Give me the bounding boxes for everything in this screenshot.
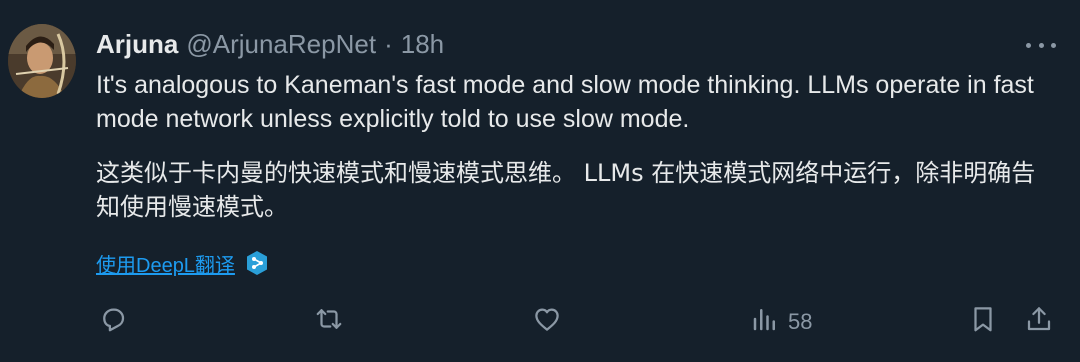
retweet-icon — [314, 304, 344, 340]
bookmark-button[interactable] — [968, 300, 998, 344]
author-name[interactable]: Arjuna — [96, 29, 178, 60]
bookmark-icon — [968, 304, 998, 340]
views-icon — [750, 304, 780, 340]
deepl-icon — [245, 250, 269, 276]
timestamp[interactable]: 18h — [401, 29, 444, 60]
reply-button[interactable] — [98, 300, 128, 344]
like-button[interactable] — [532, 300, 562, 344]
translate-link[interactable]: 使用DeepL翻译 — [96, 249, 235, 278]
views-count: 58 — [788, 309, 813, 334]
views-button[interactable]: 58 — [750, 300, 812, 344]
reply-icon — [98, 304, 128, 340]
tweet-translation: 这类似于卡内曼的快速模式和慢速模式思维。 LLMs 在快速模式网络中运行，除非明… — [96, 159, 1036, 221]
tweet-header: Arjuna @ArjunaRepNet · 18h — [96, 28, 444, 60]
translate-row: 使用DeepL翻译 — [96, 248, 269, 278]
action-bar: 58 — [0, 300, 1080, 344]
share-icon — [1024, 304, 1054, 340]
heart-icon — [532, 304, 562, 340]
retweet-button[interactable] — [314, 300, 344, 344]
tweet: Arjuna @ArjunaRepNet · 18h It's analogou… — [0, 0, 1080, 362]
more-options-icon[interactable] — [1026, 40, 1056, 50]
share-button[interactable] — [1024, 300, 1054, 344]
separator-dot: · — [384, 28, 393, 59]
tweet-text: It's analogous to Kaneman's fast mode an… — [96, 71, 1034, 133]
author-handle[interactable]: @ArjunaRepNet — [186, 29, 376, 60]
avatar[interactable] — [8, 24, 76, 98]
